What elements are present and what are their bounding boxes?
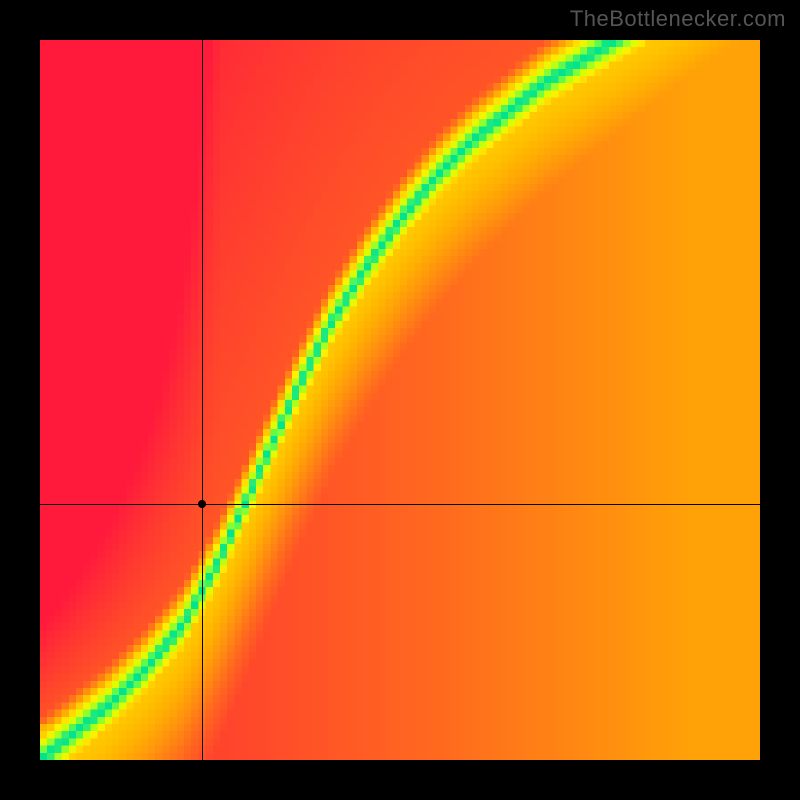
- crosshair-marker: [198, 500, 206, 508]
- watermark-text: TheBottlenecker.com: [570, 6, 786, 32]
- crosshair-vertical: [202, 40, 203, 760]
- heatmap-canvas: [40, 40, 760, 760]
- chart-frame: TheBottlenecker.com: [0, 0, 800, 800]
- crosshair-horizontal: [40, 504, 760, 505]
